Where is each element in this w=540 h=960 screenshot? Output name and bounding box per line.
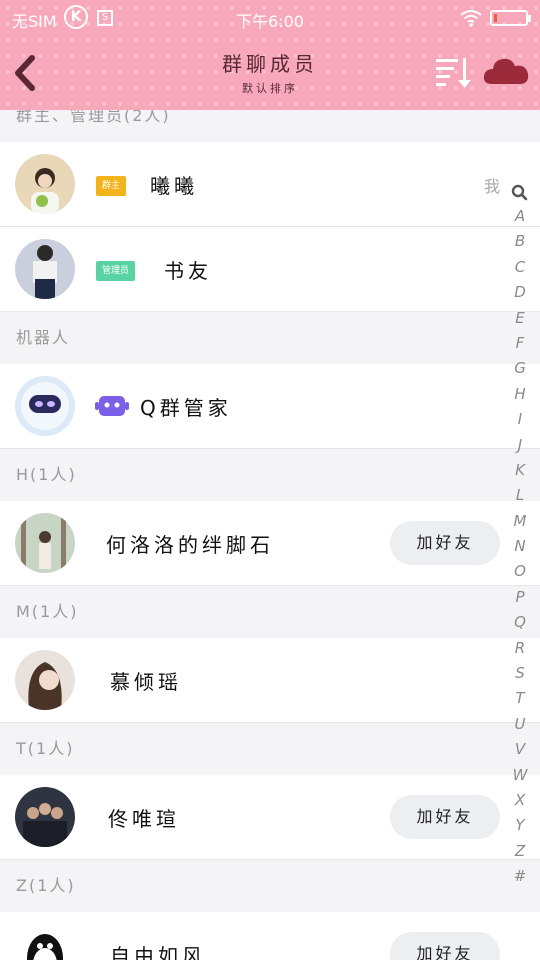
index-letter[interactable]: G bbox=[508, 356, 532, 381]
index-letter[interactable]: C bbox=[508, 255, 532, 280]
robot-icon bbox=[95, 396, 129, 416]
member-name: 佟唯瑄 bbox=[108, 807, 180, 831]
battery-level bbox=[494, 14, 497, 22]
index-letter[interactable]: E bbox=[508, 306, 532, 331]
section-header-z: Z(1人) bbox=[16, 876, 76, 895]
member-row[interactable]: 群主 曦曦 我 bbox=[0, 142, 540, 227]
search-icon[interactable] bbox=[508, 182, 532, 204]
index-letter[interactable]: A bbox=[508, 204, 532, 229]
add-friend-button[interactable]: 加好友 bbox=[390, 795, 500, 839]
member-name: 书友 bbox=[164, 259, 212, 283]
status-bar: 无SIM K S 下午6:00 bbox=[0, 0, 540, 36]
self-tag: 我 bbox=[483, 177, 500, 196]
section-header-robots: 机器人 bbox=[16, 328, 71, 347]
wifi-icon bbox=[460, 10, 482, 27]
member-name: 慕倾瑶 bbox=[110, 670, 182, 694]
index-letter[interactable]: K bbox=[508, 458, 532, 483]
add-friend-button[interactable]: 加好友 bbox=[390, 521, 500, 565]
avatar bbox=[15, 154, 75, 214]
robot-avatar bbox=[15, 376, 75, 436]
battery-icon bbox=[490, 10, 531, 26]
member-row[interactable]: 何洛洛的绊脚石 加好友 bbox=[0, 501, 540, 586]
index-letter[interactable]: J bbox=[508, 433, 532, 458]
section-header-m: M(1人) bbox=[16, 602, 79, 621]
member-list[interactable]: 群主、管理员(2人) 群主 曦曦 我 管理员 书友 机器人 Q群管家 H(1人)… bbox=[0, 110, 540, 960]
app-header: 群聊成员 默认排序 bbox=[0, 36, 540, 110]
index-letter[interactable]: D bbox=[508, 280, 532, 305]
avatar bbox=[15, 239, 75, 299]
index-letter[interactable]: I bbox=[508, 407, 532, 432]
index-letter[interactable]: H bbox=[508, 382, 532, 407]
clock: 下午6:00 bbox=[236, 12, 304, 31]
index-letter[interactable]: Y bbox=[508, 813, 532, 838]
qq-penguin-avatar bbox=[15, 924, 75, 960]
index-letter[interactable]: T bbox=[508, 686, 532, 711]
index-letter[interactable]: M bbox=[508, 509, 532, 534]
index-letter[interactable]: W bbox=[508, 763, 532, 788]
member-name: 何洛洛的绊脚石 bbox=[106, 533, 274, 557]
index-letter[interactable]: Q bbox=[508, 610, 532, 635]
index-letter[interactable]: B bbox=[508, 229, 532, 254]
index-letter[interactable]: P bbox=[508, 585, 532, 610]
index-letter[interactable]: R bbox=[508, 636, 532, 661]
index-letter[interactable]: F bbox=[508, 331, 532, 356]
index-letter[interactable]: S bbox=[508, 661, 532, 686]
section-header-h: H(1人) bbox=[16, 465, 77, 484]
section-header-t: T(1人) bbox=[16, 739, 75, 758]
avatar bbox=[15, 513, 75, 573]
member-row[interactable]: 自由如风 加好友 bbox=[0, 912, 540, 960]
sort-button[interactable] bbox=[434, 56, 472, 90]
avatar bbox=[15, 787, 75, 847]
member-row[interactable]: Q群管家 bbox=[0, 364, 540, 449]
section-header-admins: 群主、管理员(2人) bbox=[16, 110, 171, 125]
index-letter[interactable]: X bbox=[508, 788, 532, 813]
alphabet-index[interactable]: A B C D E F G H I J K L M N O P Q R S T … bbox=[508, 182, 532, 890]
member-name: Q群管家 bbox=[140, 396, 232, 420]
member-row[interactable]: 慕倾瑶 bbox=[0, 638, 540, 723]
admin-badge: 管理员 bbox=[96, 261, 136, 281]
index-letter[interactable]: L bbox=[508, 483, 532, 508]
index-letter[interactable]: U bbox=[508, 712, 532, 737]
add-friend-button[interactable]: 加好友 bbox=[390, 932, 500, 960]
member-name: 自由如风 bbox=[110, 944, 206, 960]
member-row[interactable]: 管理员 书友 bbox=[0, 227, 540, 312]
cloud-button[interactable] bbox=[482, 52, 530, 92]
index-letter[interactable]: Z bbox=[508, 839, 532, 864]
index-letter[interactable]: O bbox=[508, 559, 532, 584]
index-letter[interactable]: V bbox=[508, 737, 532, 762]
index-letter[interactable]: N bbox=[508, 534, 532, 559]
avatar bbox=[15, 650, 75, 710]
index-letter[interactable]: # bbox=[508, 864, 532, 889]
owner-badge: 群主 bbox=[96, 176, 127, 196]
member-name: 曦曦 bbox=[150, 174, 198, 198]
member-row[interactable]: 佟唯瑄 加好友 bbox=[0, 775, 540, 860]
